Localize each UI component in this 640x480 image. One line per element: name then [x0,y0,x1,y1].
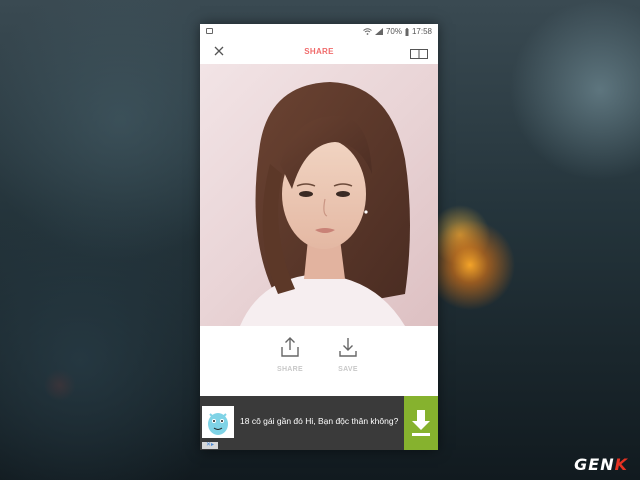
shared-photo [200,64,438,326]
ad-download-button[interactable] [404,396,438,450]
status-indicators: 70% 17:58 [363,27,432,36]
gallery-icon [206,28,213,34]
portrait-illustration [240,82,410,326]
watermark-main: GEN [574,455,615,474]
ad-choices-icon[interactable]: ✕▸ [202,442,218,449]
save-label: SAVE [338,366,358,373]
wifi-icon [363,28,372,35]
download-icon [339,338,357,357]
clock-time: 17:58 [411,27,432,36]
app-bar: SHARE [200,40,438,64]
battery-percent: 70% [385,27,402,36]
layout-toggle-button[interactable] [410,46,428,59]
ad-text[interactable]: 18 cô gái gần đó Hi, Bạn độc thân không? [240,416,400,426]
download-icon [412,410,430,436]
status-bar: 70% 17:58 [200,24,438,40]
save-button[interactable]: SAVE [328,336,368,373]
layout-icon [410,49,428,59]
phone-screen: 70% 17:58 SHARE SHARE SAVE 18 cô gái gần… [200,24,438,450]
watermark-accent: K [614,455,628,474]
ad-app-logo [202,406,234,438]
signal-icon [374,28,383,35]
page-title: SHARE [304,47,334,56]
ad-banner[interactable]: 18 cô gái gần đó Hi, Bạn độc thân không?… [200,396,438,450]
battery-icon [405,27,409,36]
site-watermark: GENK [574,455,628,474]
share-button[interactable]: SHARE [270,336,310,373]
share-label: SHARE [276,366,303,373]
share-icon [281,337,299,357]
